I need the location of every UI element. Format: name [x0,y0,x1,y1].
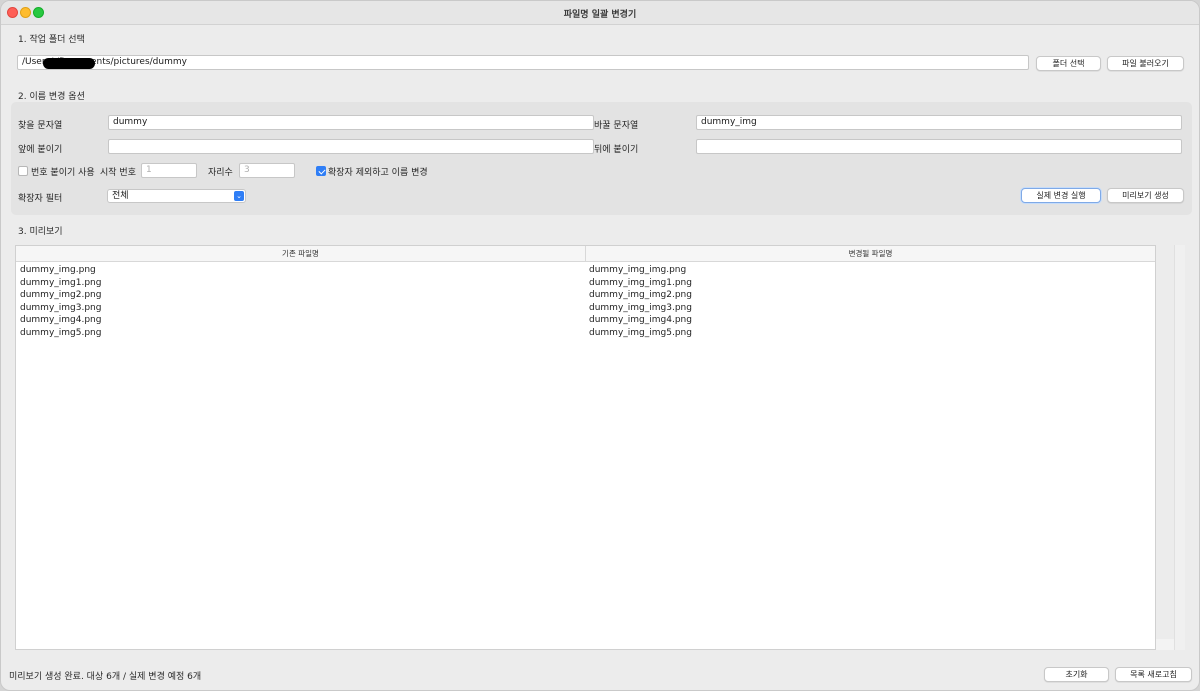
refresh-list-button[interactable]: 목록 새로고침 [1115,667,1192,682]
digits-label: 자리수 [208,168,233,178]
table-row[interactable]: dummy_img3.png dummy_img_img3.png [16,302,1155,315]
original-filename-cell: dummy_img.png [20,265,96,275]
load-files-button[interactable]: 파일 불러오기 [1107,56,1184,71]
original-filename-cell: dummy_img2.png [20,290,102,301]
replace-label: 바꿀 문자열 [594,121,639,131]
generate-preview-button[interactable]: 미리보기 생성 [1107,188,1184,203]
section-options-label: 2. 이름 변경 옵션 [18,92,85,102]
extension-filter-select[interactable]: 전체 ⌄ [107,189,246,203]
new-filename-cell: dummy_img_img3.png [589,302,692,313]
table-row[interactable]: dummy_img4.png dummy_img_img4.png [16,314,1155,327]
redacted-username [43,58,95,69]
window-title: 파일명 일괄 변경기 [563,10,637,20]
table-header: 기존 파일명 변경될 파일명 [16,246,1155,262]
select-folder-button[interactable]: 폴더 선택 [1036,56,1101,71]
exclude-extension-label: 확장자 제외하고 이름 변경 [328,168,428,178]
new-filename-cell: dummy_img_img1.png [589,277,692,288]
preview-table: 기존 파일명 변경될 파일명 dummy_img.png dummy_img_i… [15,245,1156,650]
section-preview-label: 3. 미리보기 [18,227,63,237]
chevron-down-icon: ⌄ [234,191,244,201]
digits-input[interactable]: 3 [239,163,295,178]
table-row[interactable]: dummy_img1.png dummy_img_img1.png [16,277,1155,290]
table-row[interactable]: dummy_img.png dummy_img_img.png [16,264,1155,277]
suffix-input[interactable] [696,139,1182,154]
table-body: dummy_img.png dummy_img_img.png dummy_im… [16,264,1155,340]
extension-filter-value: 전체 [112,191,129,201]
original-filename-cell: dummy_img4.png [20,315,102,326]
table-row[interactable]: dummy_img2.png dummy_img_img2.png [16,289,1155,302]
start-number-input[interactable]: 1 [141,163,197,178]
original-filename-cell: dummy_img3.png [20,302,102,313]
find-input[interactable]: dummy [108,115,594,130]
table-scroll-corner [1156,639,1174,650]
replace-input[interactable]: dummy_img [696,115,1182,130]
title-bar: 파일명 일괄 변경기 [1,1,1199,25]
original-filename-cell: dummy_img1.png [20,277,102,288]
options-group: 찾을 문자열 dummy 바꿀 문자열 dummy_img 앞에 붙이기 뒤에 … [11,102,1192,215]
numbering-label: 번호 붙이기 사용 [31,168,95,178]
status-message: 미리보기 생성 완료. 대상 6개 / 실제 변경 예정 6개 [9,672,202,682]
app-window: 파일명 일괄 변경기 1. 작업 폴더 선택 /Users/ /Document… [0,0,1200,691]
new-filename-cell: dummy_img_img4.png [589,315,692,326]
new-filename-cell: dummy_img_img.png [589,265,687,275]
new-filename-cell: dummy_img_img2.png [589,290,692,301]
column-header-original[interactable]: 기존 파일명 [16,246,586,262]
extension-filter-label: 확장자 필터 [18,194,63,204]
new-filename-cell: dummy_img_img5.png [589,327,692,338]
reset-button[interactable]: 초기화 [1044,667,1109,682]
prefix-input[interactable] [108,139,594,154]
execute-rename-button[interactable]: 실제 변경 실행 [1021,188,1101,203]
column-header-new[interactable]: 변경될 파일명 [586,246,1155,262]
vertical-scrollbar[interactable] [1174,245,1185,650]
find-label: 찾을 문자열 [18,121,63,131]
suffix-label: 뒤에 붙이기 [594,145,639,155]
folder-path-field[interactable]: /Users/ /Documents/pictures/dummy [17,55,1029,70]
prefix-label: 앞에 붙이기 [18,145,63,155]
exclude-extension-checkbox[interactable] [316,166,326,176]
table-row[interactable]: dummy_img5.png dummy_img_img5.png [16,327,1155,340]
section-folder-label: 1. 작업 폴더 선택 [18,35,85,45]
start-number-label: 시작 번호 [100,168,136,178]
numbering-checkbox[interactable] [18,166,28,176]
original-filename-cell: dummy_img5.png [20,327,102,338]
